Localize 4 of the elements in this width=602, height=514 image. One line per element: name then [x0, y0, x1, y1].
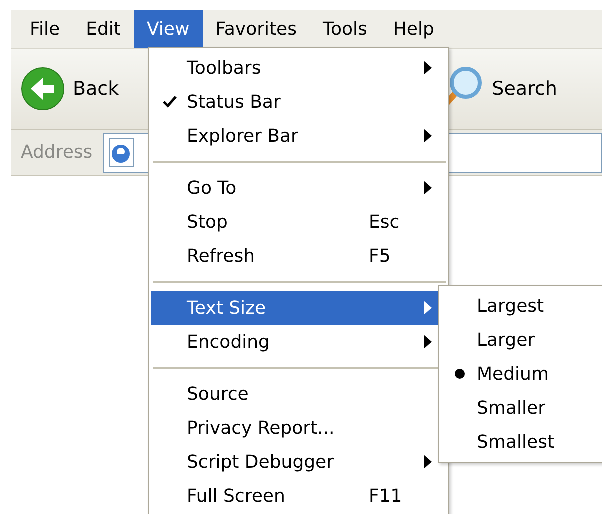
shortcut-label: F5: [369, 246, 391, 266]
shortcut-label: F11: [369, 486, 402, 506]
address-label: Address: [21, 142, 93, 163]
shortcut-label: Esc: [369, 212, 400, 232]
